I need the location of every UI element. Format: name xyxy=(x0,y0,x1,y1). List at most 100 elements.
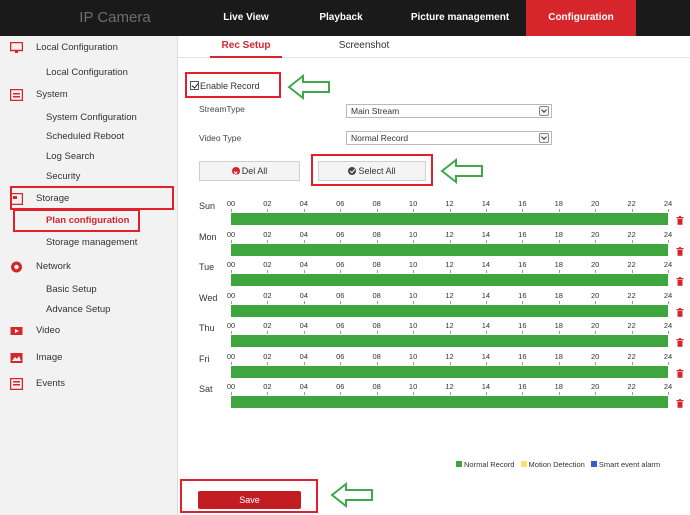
trash-icon[interactable] xyxy=(676,216,684,225)
trash-icon[interactable] xyxy=(676,368,684,378)
schedule-hour-label: 08 xyxy=(372,260,381,269)
sidebar-item-label: Image xyxy=(36,352,63,363)
schedule-bar[interactable] xyxy=(231,335,668,347)
schedule-hour-label: 14 xyxy=(481,321,491,330)
sidebar-item-label: Basic Setup xyxy=(46,284,97,295)
sidebar-item-events[interactable]: Events xyxy=(0,373,178,395)
sidebar-item-label: System xyxy=(36,89,68,100)
sidebar-item-scheduled-reboot[interactable]: Scheduled Reboot xyxy=(0,126,178,148)
schedule-hour-tick xyxy=(668,331,669,334)
schedule-hour-tick xyxy=(558,392,560,395)
schedule-hour-label: 20 xyxy=(590,321,600,330)
schedule-hour-label: 24 xyxy=(663,321,673,330)
sidebar-item-local-configuration[interactable]: Local Configuration xyxy=(0,37,178,59)
schedule-hour-tick xyxy=(303,270,305,273)
schedule-hour-label: 22 xyxy=(627,229,636,239)
video-type-select[interactable]: Normal Record xyxy=(346,131,552,145)
schedule-hour-tick xyxy=(376,392,378,395)
schedule-hour-tick xyxy=(485,300,487,304)
schedule-hour-label: 12 xyxy=(445,290,454,300)
schedule-hour-tick xyxy=(267,331,269,334)
schedule-hour-tick xyxy=(267,392,269,395)
schedule-hour-label: 00 xyxy=(226,290,236,300)
schedule-hour-tick xyxy=(449,270,451,273)
tab-screenshot[interactable]: Screenshot xyxy=(324,36,404,58)
schedule-bar[interactable] xyxy=(231,274,668,286)
schedule-hour-label: 22 xyxy=(627,382,636,391)
schedule-hour-tick xyxy=(376,300,378,304)
schedule-hour-tick xyxy=(522,239,524,243)
nav-configuration[interactable]: Configuration xyxy=(526,0,636,36)
schedule-hour-tick xyxy=(340,331,342,334)
sidebar-item-label: Storage management xyxy=(46,237,138,248)
trash-icon[interactable] xyxy=(676,399,684,408)
schedule-hour-tick xyxy=(413,270,415,273)
schedule-hour-tick xyxy=(267,361,269,365)
tab-rec-setup[interactable]: Rec Setup xyxy=(210,36,282,58)
schedule-hour-label: 12 xyxy=(445,321,454,330)
schedule-hour-label: 04 xyxy=(299,290,308,300)
sidebar-item-label: Advance Setup xyxy=(46,304,111,315)
left-arrow-icon xyxy=(440,158,483,184)
del-all-button[interactable]: Del All xyxy=(199,161,300,183)
schedule-day-label: Mon xyxy=(199,231,217,242)
schedule-hour-tick xyxy=(558,331,560,334)
trash-icon[interactable] xyxy=(676,338,684,347)
stream-type-select[interactable]: Main Stream xyxy=(346,104,552,118)
schedule-hour-tick xyxy=(485,270,487,273)
schedule-hour-label: 08 xyxy=(372,229,381,239)
schedule-hour-tick xyxy=(558,300,560,304)
schedule-hour-tick xyxy=(340,209,342,212)
schedule-hour-label: 04 xyxy=(299,229,308,239)
sidebar-item-security[interactable]: Security xyxy=(0,166,178,188)
schedule-day-label: Thu xyxy=(199,323,215,333)
trash-icon[interactable] xyxy=(676,246,684,256)
trash-icon[interactable] xyxy=(676,277,684,286)
sidebar-item-label: Video xyxy=(36,325,61,336)
schedule-hour-tick xyxy=(231,392,232,395)
schedule-hour-tick xyxy=(668,239,669,243)
schedule-hour-label: 10 xyxy=(408,321,418,330)
schedule-hour-label: 08 xyxy=(372,290,381,300)
trash-icon[interactable] xyxy=(676,307,684,317)
nav-playback[interactable]: Playback xyxy=(300,0,382,36)
sidebar-item-basic-setup[interactable]: Basic Setup xyxy=(0,279,178,301)
sidebar-item-local-configuration-sub[interactable]: Local Configuration xyxy=(0,62,178,84)
nav-picture-management[interactable]: Picture management xyxy=(398,0,522,36)
schedule-hour-tick xyxy=(340,239,342,243)
sidebar-item-network[interactable]: Network xyxy=(0,256,178,278)
sidebar-item-log-search[interactable]: Log Search xyxy=(0,146,178,168)
schedule-hour-label: 06 xyxy=(336,290,345,300)
events-icon xyxy=(10,378,23,390)
schedule-hour-tick xyxy=(231,300,232,304)
schedule-hour-label: 02 xyxy=(263,321,272,330)
sidebar-item-video[interactable]: Video xyxy=(0,320,178,342)
sidebar-item-system[interactable]: System xyxy=(0,84,178,106)
schedule-bar[interactable] xyxy=(231,304,668,317)
legend-label: Motion Detection xyxy=(528,460,585,469)
schedule-hour-tick xyxy=(231,331,232,334)
schedule-hour-label: 06 xyxy=(336,382,345,391)
schedule-hour-tick xyxy=(522,331,524,334)
schedule-bar[interactable] xyxy=(231,365,668,378)
schedule-hour-label: 02 xyxy=(263,260,272,269)
schedule-hour-label: 14 xyxy=(481,229,491,239)
del-all-label: Del All xyxy=(241,166,268,176)
sidebar-item-storage-management[interactable]: Storage management xyxy=(0,232,178,254)
sidebar-item-advance-setup[interactable]: Advance Setup xyxy=(0,299,178,321)
schedule-hour-label: 20 xyxy=(590,199,600,208)
schedule-bar[interactable] xyxy=(231,396,668,408)
enable-record-highlight-box xyxy=(185,72,281,98)
plan-configuration-highlight-box xyxy=(13,209,140,232)
schedule-bar[interactable] xyxy=(231,243,668,256)
schedule-hour-label: 00 xyxy=(226,382,236,391)
legend-label: Smart event alarm xyxy=(598,460,661,469)
sidebar-item-image[interactable]: Image xyxy=(0,347,178,369)
schedule-bar[interactable] xyxy=(231,213,668,225)
schedule-hour-tick xyxy=(303,239,305,243)
schedule-hour-tick xyxy=(231,209,232,212)
video-icon xyxy=(10,327,23,335)
schedule-hour-label: 24 xyxy=(663,382,673,391)
nav-live-view[interactable]: Live View xyxy=(204,0,288,36)
schedule-legend: Normal Record Motion Detection Smart eve… xyxy=(456,460,660,469)
